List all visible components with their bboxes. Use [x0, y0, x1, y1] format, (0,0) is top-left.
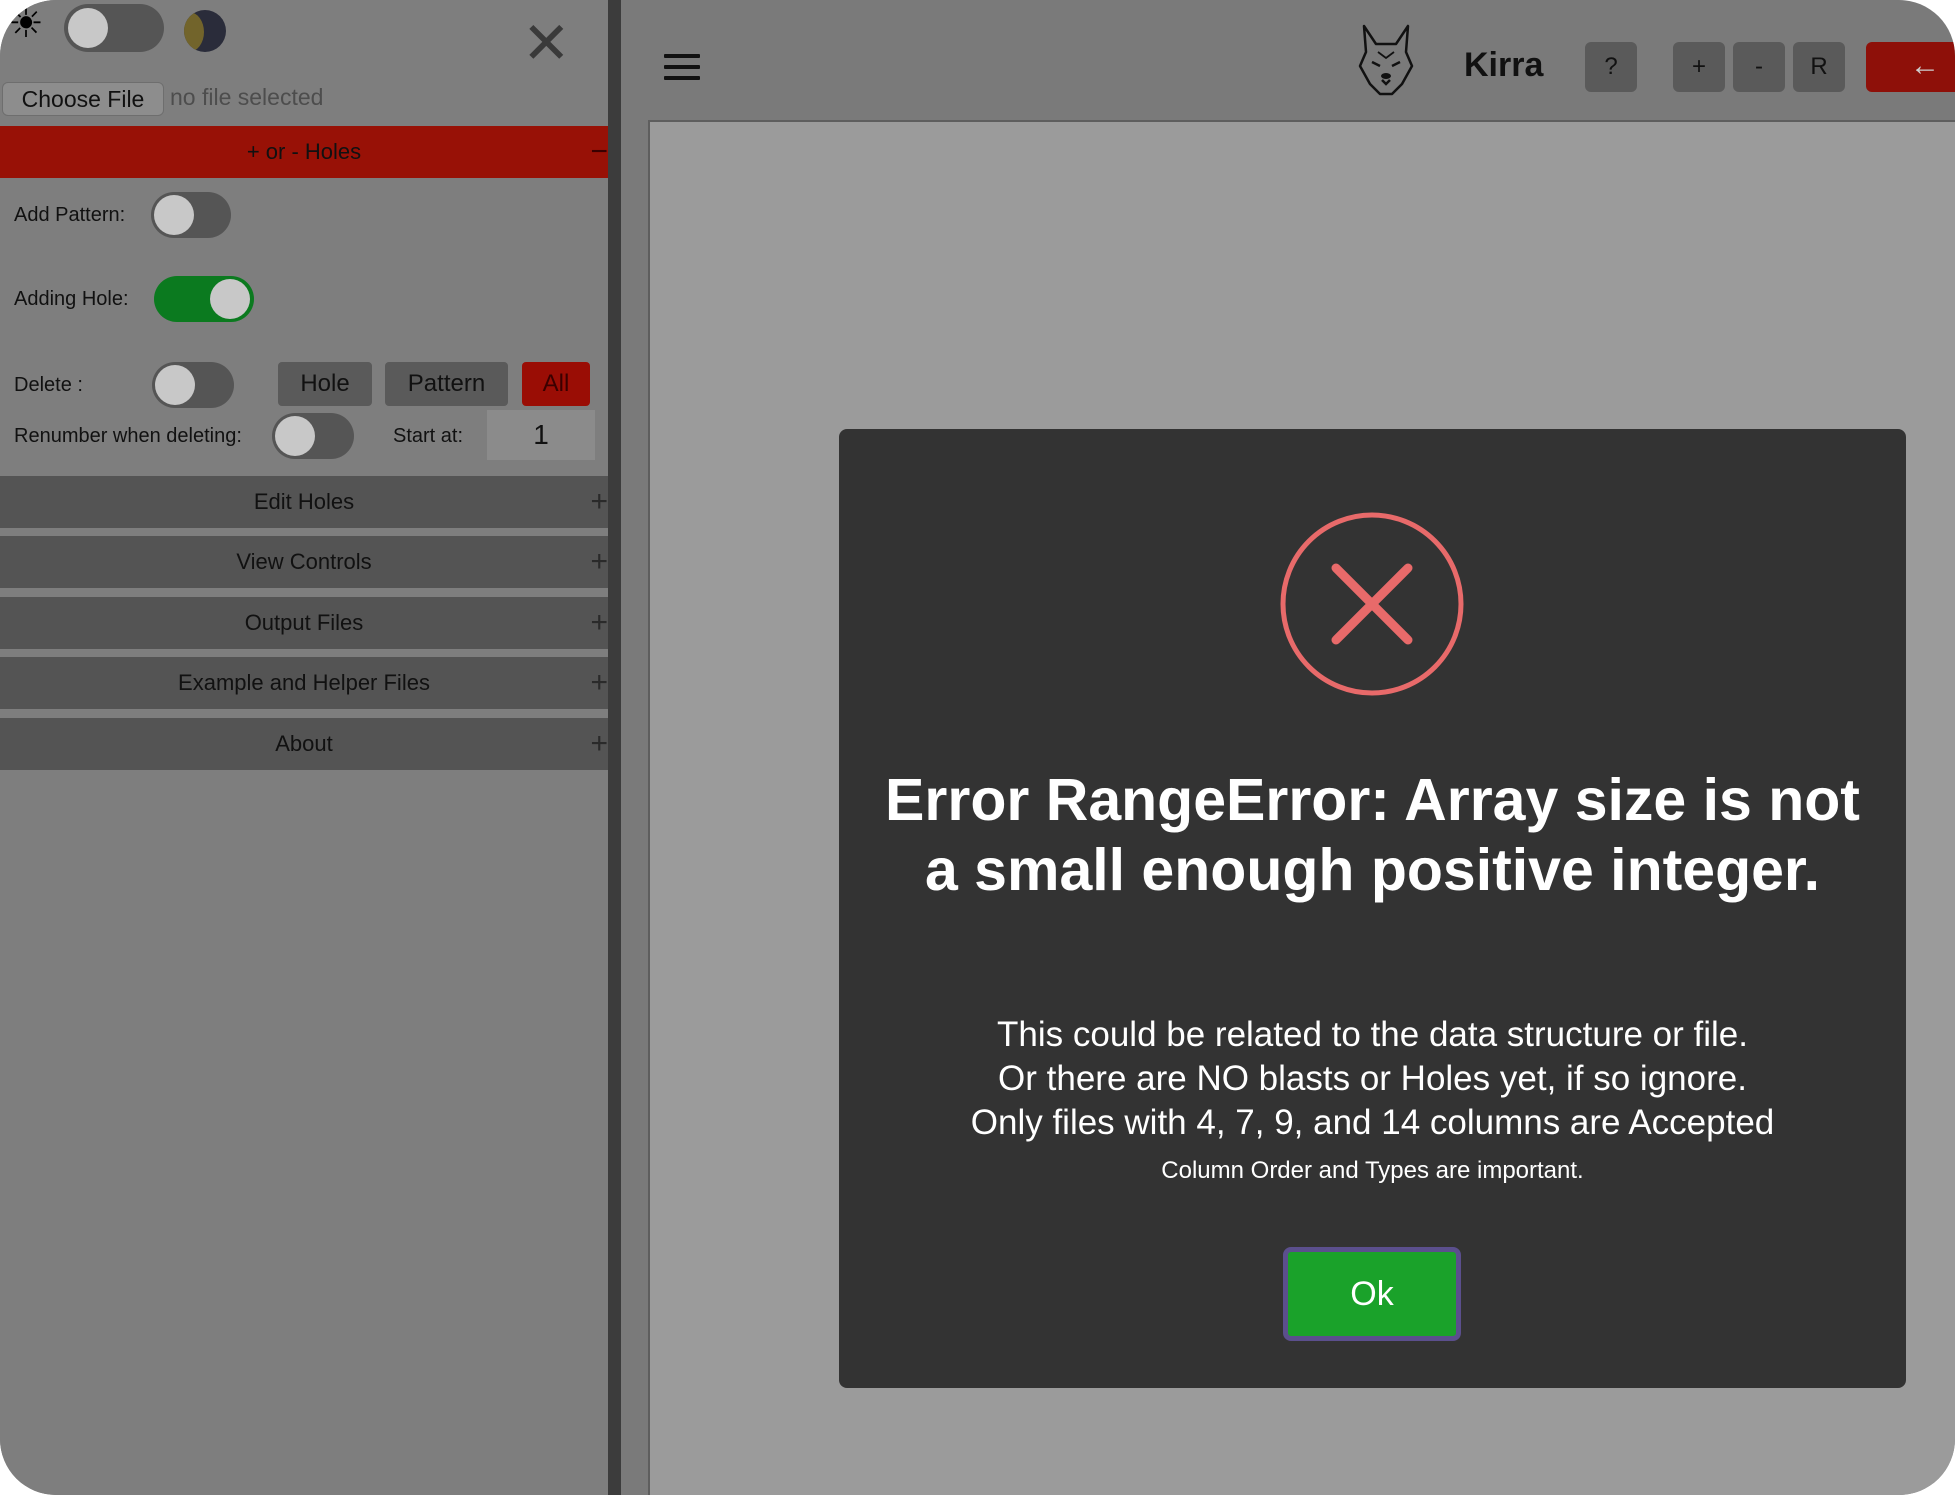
renumber-toggle[interactable]: [272, 413, 354, 459]
add-pattern-label: Add Pattern:: [14, 204, 126, 226]
delete-all-button[interactable]: All: [522, 362, 590, 406]
sidebar: ☀ ✕ Choose File no file selected + or - …: [0, 0, 608, 1495]
start-at-input[interactable]: 1: [487, 410, 595, 460]
choose-file-button[interactable]: Choose File: [2, 82, 164, 116]
moon-icon: [184, 10, 226, 52]
zoom-out-button[interactable]: -: [1733, 42, 1785, 92]
adding-hole-toggle[interactable]: [154, 276, 254, 322]
error-note: Column Order and Types are important.: [1161, 1157, 1584, 1184]
reset-view-button[interactable]: R: [1793, 42, 1845, 92]
app-brand-name: Kirra: [1464, 46, 1544, 84]
app-window: ☀ ✕ Choose File no file selected + or - …: [0, 0, 1955, 1495]
ok-button[interactable]: Ok: [1283, 1247, 1461, 1341]
file-status-text: no file selected: [170, 84, 324, 110]
accordion-label: Example and Helper Files: [178, 670, 430, 695]
expand-icon: +: [590, 606, 608, 639]
accordion-label: About: [275, 731, 333, 756]
accordion-about[interactable]: About +: [0, 718, 608, 770]
error-dialog: Error RangeError: Array size is not a sm…: [839, 429, 1906, 1388]
delete-pattern-button[interactable]: Pattern: [385, 362, 508, 406]
holes-section-header[interactable]: + or - Holes −: [0, 126, 608, 178]
back-button[interactable]: ←: [1866, 42, 1955, 92]
zoom-in-button[interactable]: +: [1673, 42, 1725, 92]
delete-label: Delete :: [14, 374, 83, 396]
sun-icon: ☀: [8, 2, 44, 46]
accordion-view-controls[interactable]: View Controls +: [0, 536, 608, 588]
back-arrow-icon: ←: [1910, 49, 1940, 82]
accordion-output-files[interactable]: Output Files +: [0, 597, 608, 649]
error-message: This could be related to the data struct…: [879, 1013, 1866, 1145]
start-at-label: Start at:: [393, 425, 464, 447]
sidebar-resize-handle[interactable]: [608, 0, 621, 1495]
error-message-line: Or there are NO blasts or Holes yet, if …: [998, 1059, 1747, 1098]
renumber-label: Renumber when deleting:: [14, 425, 242, 447]
error-x-circle-icon: [1280, 512, 1464, 696]
error-message-line: This could be related to the data struct…: [997, 1015, 1748, 1054]
error-title: Error RangeError: Array size is not a sm…: [885, 767, 1860, 903]
theme-toggle[interactable]: [64, 4, 164, 52]
expand-icon: +: [590, 485, 608, 518]
delete-toggle[interactable]: [152, 362, 234, 408]
expand-icon: +: [590, 545, 608, 578]
hamburger-menu-icon[interactable]: [664, 54, 700, 86]
add-pattern-toggle[interactable]: [151, 192, 231, 238]
accordion-edit-holes[interactable]: Edit Holes +: [0, 476, 608, 528]
close-icon[interactable]: ✕: [522, 14, 571, 72]
dog-logo-icon: [1358, 24, 1414, 96]
delete-hole-button[interactable]: Hole: [278, 362, 372, 406]
error-message-line: Only files with 4, 7, 9, and 14 columns …: [970, 1103, 1775, 1142]
accordion-label: Edit Holes: [253, 489, 355, 514]
collapse-icon: −: [590, 135, 608, 168]
accordion-example-helper-files[interactable]: Example and Helper Files +: [0, 657, 608, 709]
holes-section-title: + or - Holes: [246, 139, 362, 164]
accordion-label: Output Files: [244, 610, 364, 635]
help-button[interactable]: ?: [1585, 42, 1637, 92]
accordion-label: View Controls: [236, 549, 372, 574]
expand-icon: +: [590, 666, 608, 699]
adding-hole-label: Adding Hole:: [14, 288, 129, 310]
expand-icon: +: [590, 727, 608, 760]
